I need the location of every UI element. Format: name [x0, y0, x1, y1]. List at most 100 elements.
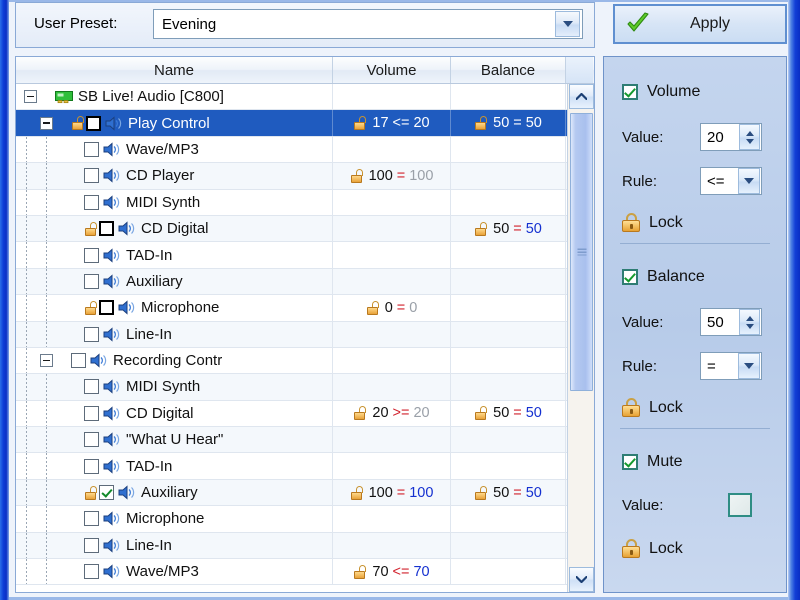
value-cell-empty[interactable]: [451, 189, 566, 215]
row-checkbox[interactable]: [99, 221, 114, 237]
table-row[interactable]: CD Digital 50 = 50: [16, 215, 568, 243]
row-checkbox[interactable]: [84, 405, 99, 421]
row-checkbox[interactable]: [84, 326, 99, 342]
table-row[interactable]: TAD-In: [16, 453, 568, 480]
row-name-cell[interactable]: Recording Contr: [16, 347, 333, 374]
value-cell-empty[interactable]: [451, 242, 566, 268]
column-header-balance[interactable]: Balance: [451, 57, 566, 83]
table-row[interactable]: Wave/MP3 70 <= 70: [16, 559, 568, 586]
row-name-cell[interactable]: Auxiliary: [16, 268, 333, 295]
row-name-cell[interactable]: Microphone: [16, 295, 333, 321]
row-checkbox[interactable]: [84, 564, 99, 580]
table-row[interactable]: CD Digital 20 >= 20 50 = 50: [16, 400, 568, 428]
balance-enable-checkbox[interactable]: [622, 269, 638, 285]
table-row[interactable]: Recording Contr: [16, 347, 568, 375]
table-row[interactable]: Auxiliary 100 = 100 50 = 50: [16, 479, 568, 507]
value-cell-empty[interactable]: [333, 374, 451, 400]
row-checkbox[interactable]: [84, 432, 99, 448]
chevron-up-icon[interactable]: [569, 84, 594, 109]
value-cell-empty[interactable]: [451, 84, 566, 110]
table-row[interactable]: Wave/MP3: [16, 136, 568, 164]
row-name-cell[interactable]: "What U Hear": [16, 427, 333, 453]
row-name-cell[interactable]: SB Live! Audio [C800]: [16, 84, 333, 110]
column-header-name[interactable]: Name: [16, 57, 333, 83]
chevron-down-icon[interactable]: [738, 168, 760, 194]
value-cell-empty[interactable]: [333, 84, 451, 110]
value-cell-empty[interactable]: [333, 453, 451, 479]
row-checkbox[interactable]: [99, 485, 114, 501]
row-checkbox[interactable]: [84, 511, 99, 527]
chevron-down-icon[interactable]: [569, 567, 594, 592]
volume-rule-select[interactable]: <=: [700, 167, 762, 195]
column-header-volume[interactable]: Volume: [333, 57, 451, 83]
row-checkbox[interactable]: [84, 168, 99, 184]
chevron-down-icon[interactable]: [738, 353, 760, 379]
value-cell[interactable]: 70 <= 70: [333, 559, 451, 585]
balance-enable-row[interactable]: Balance: [622, 268, 705, 286]
balance-lock-row[interactable]: Lock: [622, 398, 683, 417]
table-row[interactable]: Auxiliary: [16, 268, 568, 296]
row-name-cell[interactable]: CD Digital: [16, 400, 333, 427]
value-cell[interactable]: 17 <= 20: [333, 110, 451, 136]
volume-enable-checkbox[interactable]: [622, 84, 638, 100]
row-name-cell[interactable]: Play Control: [16, 110, 333, 136]
value-cell[interactable]: 50 = 50: [451, 400, 566, 427]
value-cell-empty[interactable]: [333, 268, 451, 295]
volume-lock-row[interactable]: Lock: [622, 213, 683, 232]
value-cell-empty[interactable]: [333, 506, 451, 532]
expand-collapse-toggle[interactable]: [24, 90, 37, 104]
row-checkbox[interactable]: [84, 194, 99, 210]
value-cell-empty[interactable]: [333, 215, 451, 242]
row-name-cell[interactable]: CD Player: [16, 163, 333, 189]
value-cell[interactable]: 100 = 100: [333, 479, 451, 506]
value-cell-empty[interactable]: [451, 295, 566, 321]
balance-value-input[interactable]: 50: [701, 314, 739, 331]
tree-vertical-scrollbar[interactable]: [567, 84, 594, 592]
value-cell-empty[interactable]: [333, 321, 451, 347]
expand-collapse-toggle[interactable]: [40, 354, 53, 368]
volume-value-input[interactable]: 20: [701, 129, 739, 146]
value-cell[interactable]: 50 = 50: [451, 215, 566, 242]
table-row[interactable]: MIDI Synth: [16, 189, 568, 216]
row-checkbox[interactable]: [86, 115, 101, 131]
value-cell[interactable]: 50 = 50: [451, 110, 566, 136]
volume-enable-row[interactable]: Volume: [622, 83, 700, 101]
table-row[interactable]: TAD-In: [16, 242, 568, 269]
expand-collapse-toggle[interactable]: [40, 116, 53, 130]
volume-stepper-buttons[interactable]: [739, 124, 760, 150]
value-cell-empty[interactable]: [333, 242, 451, 268]
table-row[interactable]: Line-In: [16, 532, 568, 560]
balance-stepper-buttons[interactable]: [739, 309, 760, 335]
table-row[interactable]: Line-In: [16, 321, 568, 348]
table-row[interactable]: "What U Hear": [16, 427, 568, 454]
row-checkbox[interactable]: [71, 353, 86, 369]
value-cell-empty[interactable]: [451, 506, 566, 532]
preset-combobox[interactable]: Evening: [153, 9, 583, 39]
value-cell-empty[interactable]: [451, 163, 566, 189]
table-row[interactable]: MIDI Synth: [16, 374, 568, 401]
value-cell-empty[interactable]: [333, 347, 451, 374]
table-row[interactable]: Microphone 0 = 0: [16, 295, 568, 322]
table-row[interactable]: CD Player 100 = 100: [16, 163, 568, 190]
row-name-cell[interactable]: Wave/MP3: [16, 559, 333, 585]
value-cell-empty[interactable]: [451, 374, 566, 400]
row-name-cell[interactable]: TAD-In: [16, 242, 333, 268]
value-cell-empty[interactable]: [451, 136, 566, 163]
value-cell-empty[interactable]: [451, 559, 566, 585]
table-row[interactable]: SB Live! Audio [C800]: [16, 84, 568, 111]
row-checkbox[interactable]: [99, 300, 114, 316]
balance-rule-value[interactable]: =: [701, 358, 738, 375]
value-cell[interactable]: 0 = 0: [333, 295, 451, 321]
volume-rule-value[interactable]: <=: [701, 173, 738, 190]
value-cell-empty[interactable]: [451, 321, 566, 347]
preset-value[interactable]: Evening: [154, 16, 555, 33]
value-cell[interactable]: 50 = 50: [451, 479, 566, 506]
row-name-cell[interactable]: TAD-In: [16, 453, 333, 479]
row-name-cell[interactable]: MIDI Synth: [16, 374, 333, 400]
row-name-cell[interactable]: Wave/MP3: [16, 136, 333, 163]
mute-enable-row[interactable]: Mute: [622, 453, 683, 471]
value-cell-empty[interactable]: [451, 453, 566, 479]
mute-lock-row[interactable]: Lock: [622, 539, 683, 558]
table-row[interactable]: Microphone: [16, 506, 568, 533]
row-name-cell[interactable]: CD Digital: [16, 215, 333, 242]
